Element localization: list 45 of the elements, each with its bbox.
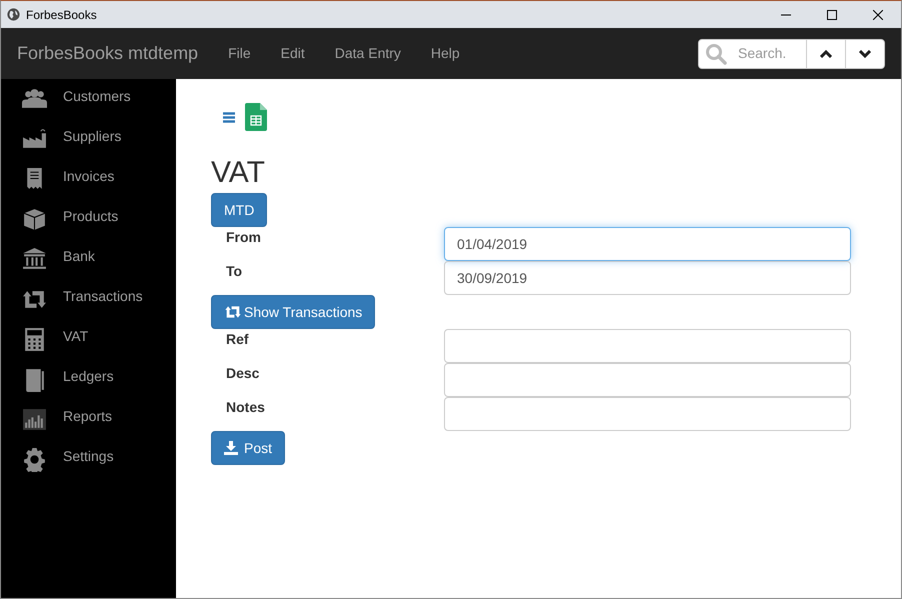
action-button[interactable]: Post xyxy=(211,431,286,465)
close-icon xyxy=(873,10,883,20)
settings-icon xyxy=(22,446,47,472)
field-label: Ref xyxy=(225,330,250,348)
field-label: From xyxy=(225,228,262,246)
sidebar-item[interactable]: VAT xyxy=(1,319,176,359)
sidebar-item[interactable]: Customers xyxy=(1,79,176,119)
sidebar-item[interactable]: Settings xyxy=(1,439,176,479)
sidebar-item[interactable]: Products xyxy=(1,199,176,239)
sidebar-item[interactable]: Bank xyxy=(1,239,176,279)
sidebar-item[interactable]: Ledgers xyxy=(1,359,176,399)
search-icon xyxy=(705,42,727,64)
sidebar-item[interactable]: Reports xyxy=(1,399,176,439)
download-icon xyxy=(224,441,238,455)
page-title: VAT xyxy=(211,155,266,191)
arrows-icon xyxy=(224,305,242,319)
menu-icon[interactable] xyxy=(223,112,235,122)
menu-item[interactable]: File xyxy=(213,43,266,64)
menu-item[interactable]: Help xyxy=(416,43,475,64)
chevron-up-icon xyxy=(820,50,832,58)
menu-item[interactable]: Data Entry xyxy=(320,43,416,64)
input-field[interactable]: 30/09/2019 xyxy=(444,261,851,295)
field-label: Desc xyxy=(225,364,260,382)
sidebar-item[interactable]: Transactions xyxy=(1,279,176,319)
input-field[interactable] xyxy=(444,363,851,397)
action-button[interactable]: MTD xyxy=(211,193,268,227)
field-label: To xyxy=(225,262,244,280)
action-button[interactable]: Show Transactions xyxy=(211,295,376,329)
spreadsheet-icon[interactable] xyxy=(245,103,267,131)
chevron-down-icon xyxy=(859,50,871,58)
menu-item[interactable]: Edit xyxy=(266,43,320,64)
field-label: Notes xyxy=(225,398,266,416)
input-field[interactable]: 01/04/2019 xyxy=(444,227,851,261)
calculator-icon xyxy=(22,326,47,352)
sidebar-item[interactable]: Suppliers xyxy=(1,119,176,159)
app-brand[interactable]: ForbesBooks mtdtemp xyxy=(17,40,198,67)
globe-icon xyxy=(7,8,20,21)
sidebar-item[interactable]: Invoices xyxy=(1,159,176,199)
bank-icon xyxy=(22,246,47,272)
input-field[interactable] xyxy=(444,329,851,363)
box-icon xyxy=(22,206,47,232)
window-title: ForbesBooks xyxy=(26,6,97,24)
maximize-icon xyxy=(827,10,837,20)
bar-chart-icon xyxy=(22,406,47,432)
input-field[interactable] xyxy=(444,397,851,431)
